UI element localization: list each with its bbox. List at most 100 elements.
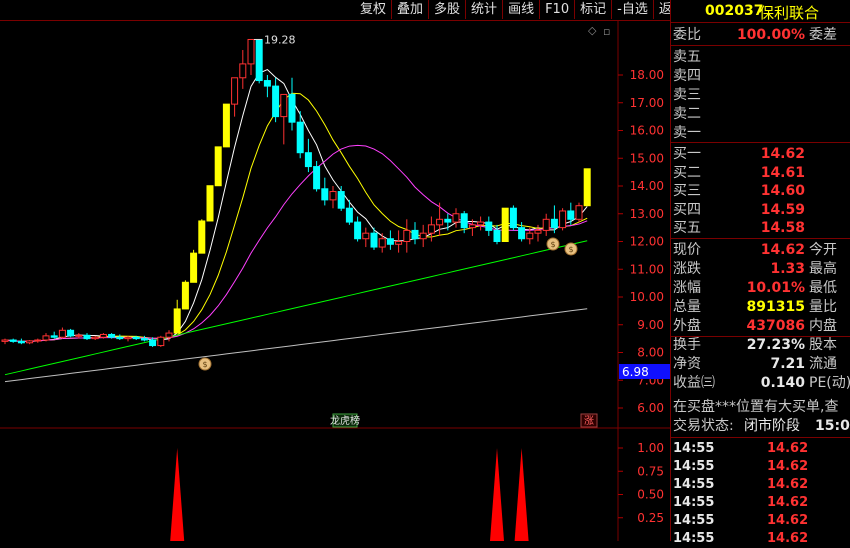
price-tick-label: 12.00 [630, 235, 664, 249]
stat-label: 净资 [673, 356, 701, 372]
buy-label: 买五 [673, 220, 701, 236]
divider [671, 142, 850, 143]
sell-row: 卖五 [673, 48, 850, 66]
money-bag-icon-glyph: $ [550, 240, 555, 249]
sell-label: 卖五 [673, 49, 701, 65]
tick-time: 14:55 [673, 513, 715, 528]
toolbar-button-2[interactable]: 多股 [428, 0, 465, 19]
buy-price: 14.60 [760, 183, 805, 199]
weicha-label: 委差 [809, 27, 837, 43]
price-tick-label: 8.00 [637, 346, 664, 360]
buy-price: 14.58 [760, 220, 805, 236]
candle-body [26, 340, 34, 344]
buy-price: 14.61 [760, 164, 805, 181]
toolbar-button-5[interactable]: F10 [539, 0, 574, 19]
price-tick-label: 6.00 [637, 401, 664, 415]
tick-row: 14:55 14.62 [673, 512, 850, 530]
candle-body [501, 207, 509, 242]
stock-name[interactable]: 保利联合 [759, 2, 819, 23]
status-time: 15:00: [815, 418, 850, 434]
candle-body [460, 213, 468, 229]
tick-price: 14.62 [767, 459, 809, 474]
candle-body [370, 232, 378, 248]
tick-price: 14.62 [767, 477, 809, 492]
price-tick-label: 11.00 [630, 262, 664, 276]
candle-body [272, 85, 280, 118]
toolbar-button-7[interactable]: -自选 [611, 0, 653, 19]
candle-body [181, 281, 189, 310]
candle-body [91, 336, 99, 340]
tick-time: 14:55 [673, 495, 715, 510]
toolbar-button-0[interactable]: 复权 [355, 0, 391, 19]
toolbar-button-4[interactable]: 画线 [502, 0, 539, 19]
buy-row: 买四 14.59 [673, 201, 850, 219]
stat-label2: 内盘 [809, 318, 837, 334]
candle-body [116, 336, 124, 340]
divider [671, 336, 850, 337]
alert-message: 在买盘***位置有大买单,查 [673, 399, 839, 415]
candle-body [165, 332, 173, 338]
stat-value: 891315 [746, 299, 805, 315]
ma20-line [4, 144, 588, 342]
candle-body [67, 329, 75, 337]
candle-body [345, 207, 353, 223]
buy-row: 买三 14.60 [673, 182, 850, 200]
kline-chart[interactable]: ◇ ▫ 18.00 17.00 16.00 15.00 14.00 13.00 12.00 11.… [0, 0, 670, 541]
stat-value: 7.21 [770, 356, 805, 372]
toolbar-button-6[interactable]: 标记 [574, 0, 611, 19]
candle-body [559, 210, 567, 229]
candle-body [386, 238, 394, 245]
stat-label: 收益㈢ [673, 375, 715, 391]
sell-label: 卖三 [673, 87, 701, 103]
candle-body [493, 229, 501, 242]
stat-value: 14.62 [760, 242, 805, 258]
buy-label: 买二 [673, 164, 701, 181]
candle-body [444, 218, 452, 223]
stat-row: 外盘 437086 内盘 [673, 317, 850, 335]
candle-body [198, 220, 206, 254]
candle-body [157, 336, 165, 347]
tick-price: 14.62 [767, 495, 809, 510]
candle-body [542, 218, 550, 231]
weibi-row: 委比 100.00% 委差 [673, 26, 850, 44]
toolbar-button-1[interactable]: 叠加 [391, 0, 428, 19]
stat-label: 涨幅 [673, 280, 701, 296]
stock-code: 002037 [705, 3, 764, 19]
candle-body [83, 334, 91, 340]
signal-spike [490, 448, 504, 541]
stat-label2: 股本 [809, 337, 837, 353]
stat-label2: 最高 [809, 261, 837, 277]
stat-value: 27.23% [746, 337, 805, 353]
candle-body [17, 340, 25, 344]
candle-body [509, 207, 517, 229]
candle-body [550, 218, 558, 229]
price-tick-label: 9.00 [637, 318, 664, 332]
diamond-icon: ◇ [588, 24, 597, 37]
candle-body [42, 335, 50, 341]
candle-body [427, 224, 435, 234]
status-label: 交易状态: [673, 418, 734, 434]
ma60-line [4, 240, 588, 376]
candle-body [411, 229, 419, 240]
tick-time: 14:55 [673, 441, 715, 456]
tick-row: 14:55 14.62 [673, 494, 850, 512]
signal-spike [514, 448, 529, 541]
toolbar-button-3[interactable]: 统计 [465, 0, 502, 19]
candle-body [477, 221, 485, 226]
candle-body [1, 339, 9, 342]
candle-body [354, 221, 362, 240]
stat-label2: PE(动) [809, 375, 850, 391]
indicator-tick-label: 0.50 [637, 488, 664, 502]
candle-body [518, 227, 526, 240]
candle-body [304, 152, 312, 168]
stat-row: 收益㈢ 0.140 PE(动) [673, 374, 850, 392]
candle-body [239, 63, 247, 79]
tick-time: 14:55 [673, 459, 715, 474]
candle-body [173, 308, 181, 334]
indicator-tick-label: 0.75 [637, 464, 664, 478]
tick-price: 14.62 [767, 531, 809, 546]
candle-body [9, 339, 17, 342]
high-price-label: 19.28 [264, 33, 296, 46]
stat-value: 0.140 [760, 375, 805, 391]
tick-row: 14:55 14.62 [673, 440, 850, 458]
